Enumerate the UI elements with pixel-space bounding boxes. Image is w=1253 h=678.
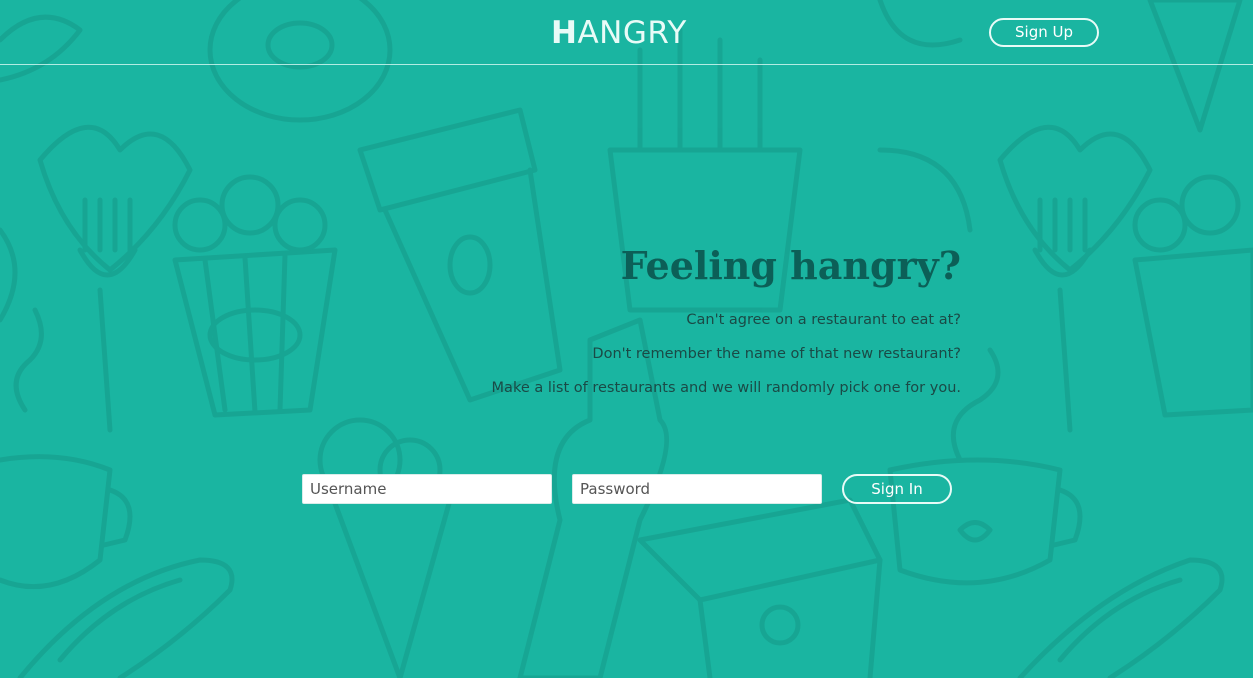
popcorn-icon — [172, 174, 338, 418]
hotdog-icon — [17, 557, 235, 678]
hero-line-random-pick: Make a list of restaurants and we will r… — [491, 380, 961, 396]
sign-in-button[interactable]: Sign In — [842, 474, 952, 504]
logo-initial: H — [551, 15, 578, 51]
logo-rest: ANGRY — [577, 15, 687, 51]
brand-logo[interactable]: HANGRY — [551, 14, 687, 52]
top-navbar: HANGRY Sign Up — [0, 0, 1253, 65]
username-input[interactable] — [302, 474, 552, 504]
donut-icon — [877, 147, 973, 233]
heart-icon — [0, 227, 18, 323]
hero-title: Feeling hangry? — [620, 243, 961, 288]
mug-icon — [0, 454, 133, 590]
ice-cream-icon — [317, 417, 453, 678]
fork-icon — [37, 124, 193, 433]
steam-icon — [13, 307, 44, 413]
hotdog-icon — [1017, 557, 1225, 678]
hero-line-restaurant-choice: Can't agree on a restaurant to eat at? — [686, 312, 961, 328]
sign-up-button[interactable]: Sign Up — [989, 18, 1099, 47]
landing-page: HANGRY Sign Up Feeling hangry? Can't agr… — [0, 0, 1253, 678]
food-doodle-background — [0, 0, 1253, 678]
hero-section: Feeling hangry? Can't agree on a restaur… — [361, 238, 961, 396]
hero-line-remember-name: Don't remember the name of that new rest… — [592, 346, 961, 362]
fork-icon — [997, 124, 1153, 433]
popcorn-icon — [1132, 174, 1253, 418]
password-input[interactable] — [572, 474, 822, 504]
steam-icon — [950, 347, 1001, 463]
takeout-box-icon — [637, 497, 883, 678]
